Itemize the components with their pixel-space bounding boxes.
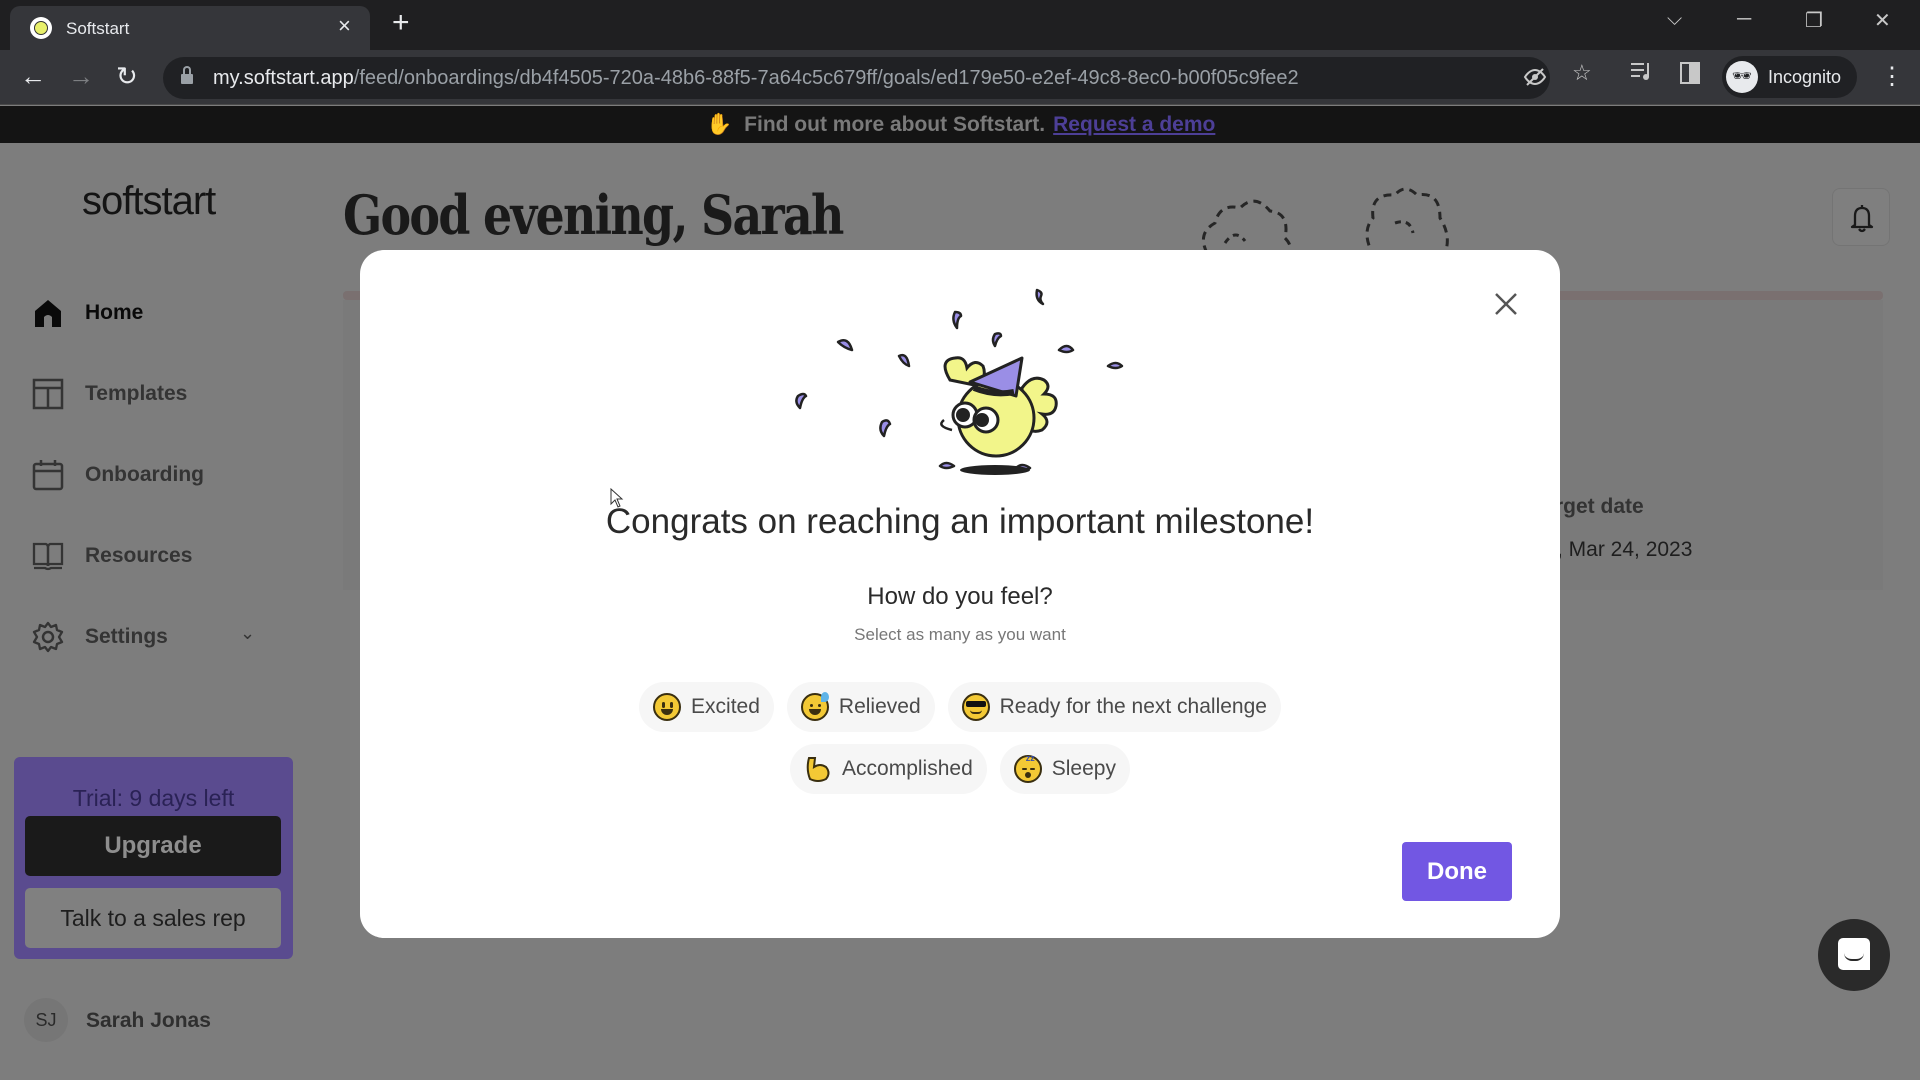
upgrade-button[interactable]: Upgrade (25, 816, 281, 876)
browser-toolbar: ← → ↻ my.softstart.app/feed/onboardings/… (0, 50, 1920, 105)
page-title: Good evening, Sarah (343, 183, 844, 247)
softstart-logo[interactable]: softstart (82, 179, 216, 224)
browser-tab-bar: Softstart × + ⌵ ─ ❐ ✕ (0, 0, 1920, 50)
url-path: /feed/onboardings/db4f4505-720a-48b6-88f… (353, 67, 1299, 89)
sidebar-item-resources[interactable]: Resources (32, 532, 272, 580)
avatar: SJ (24, 998, 68, 1042)
side-panel-icon[interactable] (1680, 62, 1700, 90)
promo-banner: ✋ Find out more about Softstart. Request a… (0, 106, 1920, 143)
sunglasses-face-icon (961, 693, 990, 721)
done-button[interactable]: Done (1402, 842, 1512, 901)
sidebar-item-onboarding[interactable]: Onboarding (32, 451, 272, 499)
milestone-modal: Congrats on reaching an important milest… (360, 250, 1560, 938)
feeling-chip-excited[interactable]: Excited (639, 682, 774, 732)
address-bar[interactable]: my.softstart.app/feed/onboardings/db4f45… (163, 57, 1550, 99)
feeling-chip-accomplished[interactable]: Accomplished (790, 744, 987, 794)
sidebar-item-label: Onboarding (85, 463, 204, 486)
feeling-chip-ready-for-next-challenge[interactable]: Ready for the next challenge (947, 682, 1281, 732)
request-demo-link[interactable]: Request a demo (1053, 113, 1215, 136)
notifications-button[interactable] (1832, 188, 1890, 246)
tab-title: Softstart (66, 19, 130, 38)
browser-menu-icon[interactable]: ⋮ (1880, 62, 1904, 91)
grinning-face-icon (653, 693, 682, 721)
chip-label: Relieved (838, 695, 921, 718)
target-date-label: rget date (1555, 495, 1644, 518)
sidebar-item-label: Settings (85, 625, 168, 648)
tab-close-icon[interactable]: × (338, 15, 351, 37)
sidebar-item-label: Home (85, 301, 144, 324)
trial-days-left: Trial: 9 days left (72, 785, 235, 811)
eye-off-icon[interactable] (1523, 65, 1547, 95)
close-icon[interactable] (1492, 290, 1520, 318)
bell-icon (1850, 205, 1874, 233)
chip-label: Sleepy (1051, 757, 1116, 780)
restore-button[interactable]: ❐ (1805, 8, 1823, 33)
sidebar-item-home[interactable]: Home (32, 289, 272, 337)
user-name: Sarah Jonas (86, 1009, 211, 1032)
incognito-profile-button[interactable]: 🕶 Incognito (1722, 56, 1857, 98)
url-host: my.softstart.app (213, 67, 354, 89)
templates-icon (32, 378, 64, 410)
reload-button[interactable]: ↻ (116, 62, 138, 90)
chevron-down-icon[interactable]: ⌄ (240, 623, 255, 644)
sidebar-item-templates[interactable]: Templates (32, 370, 272, 418)
incognito-icon: 🕶 (1726, 61, 1758, 93)
target-date-value: , Mar 24, 2023 (1557, 538, 1693, 561)
user-profile[interactable]: SJ Sarah Jonas (24, 998, 284, 1042)
flexed-biceps-icon (804, 755, 832, 783)
sidebar-item-settings[interactable]: Settings ⌄ (32, 613, 272, 661)
calendar-icon (32, 459, 64, 491)
sleeping-face-icon: zz (1013, 753, 1042, 783)
incognito-label: Incognito (1768, 67, 1842, 87)
party-bird-illustration-icon (795, 288, 1124, 475)
modal-title: Congrats on reaching an important milest… (605, 502, 1315, 541)
window-close-button[interactable]: ✕ (1874, 8, 1891, 33)
sidebar-item-label: Resources (85, 544, 193, 567)
softstart-favicon-icon (30, 17, 52, 39)
gear-icon (32, 621, 64, 653)
sidebar: softstart Home Templates Onboarding Reso… (0, 143, 305, 1080)
chip-label: Ready for the next challenge (999, 695, 1267, 718)
bookmark-star-icon[interactable]: ☆ (1572, 60, 1592, 86)
mouse-cursor-icon (610, 488, 624, 508)
sidebar-item-label: Templates (85, 382, 188, 405)
media-control-icon[interactable] (1630, 60, 1654, 88)
feeling-chip-sleepy[interactable]: zz Sleepy (999, 744, 1130, 794)
feeling-hint: Select as many as you want (854, 625, 1066, 644)
back-button[interactable]: ← (20, 62, 46, 90)
chip-label: Excited (691, 695, 760, 718)
tab-search-icon[interactable]: ⌵ (1667, 8, 1682, 31)
url-text[interactable]: my.softstart.app/feed/onboardings/db4f45… (213, 67, 1299, 90)
minimize-button[interactable]: ─ (1737, 8, 1751, 31)
feeling-chip-relieved[interactable]: Relieved (786, 682, 935, 732)
waving-hand-icon: ✋ (706, 113, 733, 136)
browser-tab[interactable]: Softstart × (10, 6, 370, 50)
home-icon (32, 297, 64, 329)
trial-panel: Trial: 9 days left Upgrade Talk to a sal… (14, 757, 293, 959)
new-tab-button[interactable]: + (392, 8, 410, 38)
lock-icon[interactable] (181, 66, 193, 85)
chat-support-button[interactable] (1818, 919, 1890, 991)
forward-button[interactable]: → (68, 62, 94, 90)
grinning-sweat-face-icon (800, 692, 829, 721)
chip-label: Accomplished (842, 757, 973, 780)
feeling-question: How do you feel? (867, 583, 1053, 610)
talk-to-sales-button[interactable]: Talk to a sales rep (25, 888, 281, 948)
book-icon (32, 540, 64, 572)
banner-text: Find out more about Softstart. (744, 113, 1046, 136)
